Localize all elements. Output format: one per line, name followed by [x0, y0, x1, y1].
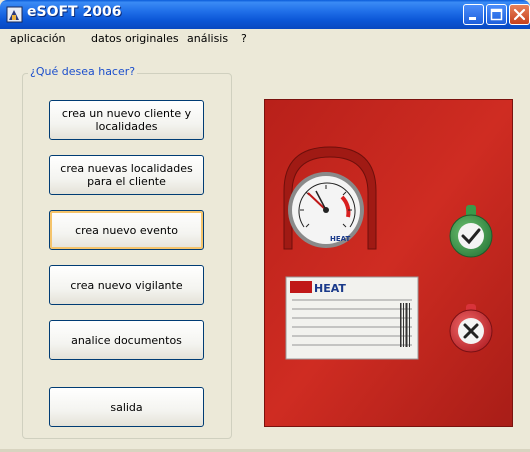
new-event-button[interactable]: crea nuevo evento — [49, 210, 204, 250]
maximize-button[interactable] — [486, 4, 507, 25]
analyze-documents-button[interactable]: analice documentos — [49, 320, 204, 360]
cabinet-photo: HEAT HEAT — [264, 99, 513, 427]
app-icon — [6, 6, 23, 23]
title-bar[interactable]: eSOFT 2006 — [0, 0, 530, 29]
pressure-gauge: HEAT — [288, 172, 364, 248]
window-title: eSOFT 2006 — [27, 4, 122, 20]
label-plate: HEAT — [285, 276, 419, 360]
label-brand: HEAT — [314, 282, 346, 295]
menu-bar: aplicación datos originales análisis ? — [0, 29, 530, 49]
gauge-brand: HEAT — [330, 235, 351, 243]
menu-analisis[interactable]: análisis — [187, 32, 228, 45]
maximize-icon — [490, 8, 503, 21]
menu-aplicacion[interactable]: aplicación — [10, 32, 65, 45]
groupbox-legend: ¿Qué desea hacer? — [28, 65, 138, 78]
new-client-button[interactable]: crea un nuevo cliente y localidades — [49, 100, 204, 140]
minimize-icon — [469, 17, 476, 20]
close-icon — [513, 8, 526, 21]
new-guard-button[interactable]: crea nuevo vigilante — [49, 265, 204, 305]
menu-datos-originales[interactable]: datos originales — [91, 32, 179, 45]
menu-help[interactable]: ? — [241, 32, 247, 45]
main-window: eSOFT 2006 aplicación datos originales a… — [0, 0, 530, 452]
new-locations-button[interactable]: crea nuevas localidades para el cliente — [49, 155, 204, 195]
minimize-button[interactable] — [463, 4, 484, 25]
exit-button[interactable]: salida — [49, 387, 204, 427]
close-button[interactable] — [509, 4, 530, 25]
